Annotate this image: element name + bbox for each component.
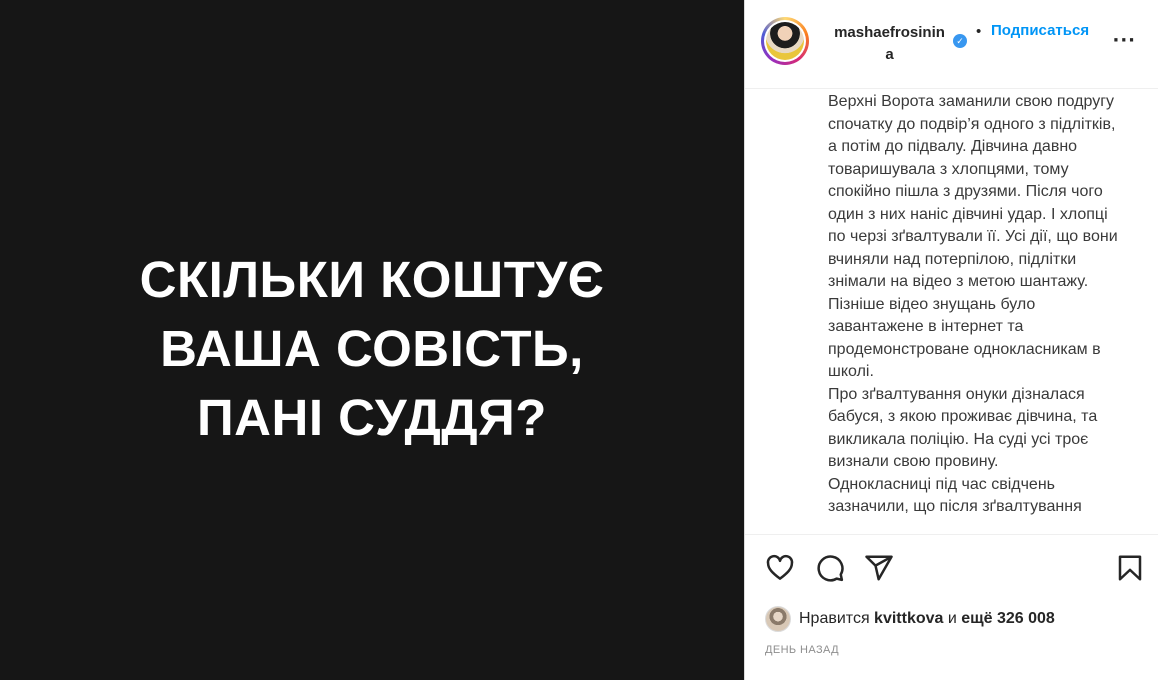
follow-button[interactable]: Подписаться bbox=[991, 21, 1089, 41]
post-media[interactable]: СКІЛЬКИ КОШТУЄ ВАША СОВІСТЬ, ПАНІ СУДДЯ? bbox=[0, 0, 744, 680]
author-username[interactable]: mashaefrosinin a bbox=[827, 22, 952, 66]
likes-count[interactable]: ещё 326 008 bbox=[961, 610, 1055, 627]
post-header: mashaefrosinin a ✓ • Подписаться ··· bbox=[745, 0, 1158, 89]
post-timestamp[interactable]: ДЕНЬ НАЗАД bbox=[765, 644, 839, 656]
comment-icon[interactable] bbox=[815, 553, 845, 583]
post-caption: Верхні Ворота заманили свою подругу споч… bbox=[828, 91, 1120, 519]
caption-paragraph-2: Про зґвалтування онуки дізналася бабуся,… bbox=[828, 385, 1098, 471]
share-icon[interactable] bbox=[864, 553, 894, 583]
verified-badge-icon: ✓ bbox=[953, 34, 967, 48]
bookmark-icon[interactable] bbox=[1115, 553, 1145, 583]
caption-paragraph-3: Однокласниці під час свідчень зазначили,… bbox=[828, 475, 1082, 516]
author-avatar[interactable] bbox=[761, 17, 809, 65]
post-actions bbox=[745, 535, 1158, 601]
liker-avatar[interactable] bbox=[765, 606, 791, 632]
media-headline: СКІЛЬКИ КОШТУЄ ВАША СОВІСТЬ, ПАНІ СУДДЯ? bbox=[140, 245, 605, 452]
likes-text: Нравится kvittkova и ещё 326 008 bbox=[799, 610, 1055, 627]
media-line-2: ВАША СОВІСТЬ, bbox=[160, 319, 584, 377]
post-side-panel: mashaefrosinin a ✓ • Подписаться ··· Вер… bbox=[744, 0, 1158, 680]
more-options-icon[interactable]: ··· bbox=[1112, 32, 1136, 50]
caption-scroll-area[interactable]: Верхні Ворота заманили свою подругу споч… bbox=[745, 89, 1158, 535]
separator-dot: • bbox=[976, 23, 982, 40]
heart-icon[interactable] bbox=[765, 553, 795, 583]
post-dialog: СКІЛЬКИ КОШТУЄ ВАША СОВІСТЬ, ПАНІ СУДДЯ?… bbox=[0, 0, 1158, 680]
liker-username[interactable]: kvittkova bbox=[874, 610, 943, 627]
likes-summary[interactable]: Нравится kvittkova и ещё 326 008 bbox=[765, 606, 1055, 632]
avatar-image bbox=[766, 22, 804, 60]
media-line-3: ПАНІ СУДДЯ? bbox=[197, 388, 547, 446]
media-line-1: СКІЛЬКИ КОШТУЄ bbox=[139, 250, 605, 308]
caption-paragraph-1: Верхні Ворота заманили свою подругу споч… bbox=[828, 93, 1118, 380]
